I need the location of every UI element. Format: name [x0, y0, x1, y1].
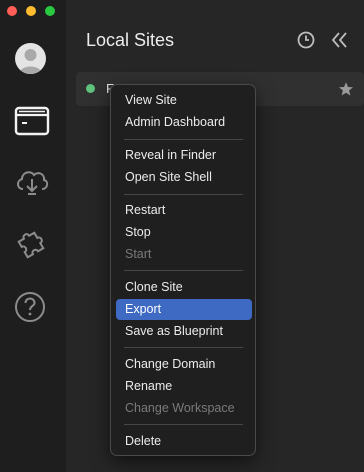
sidebar-item-help[interactable]	[14, 289, 50, 325]
menu-item-change-workspace: Change Workspace	[125, 401, 235, 415]
site-status-dot	[86, 84, 95, 93]
menu-item-start: Start	[125, 247, 152, 261]
app-window: Local Sites F View Site Admin	[0, 0, 364, 472]
sidebar-item-local-sites[interactable]	[14, 103, 50, 139]
connect-cloud-icon	[17, 171, 49, 195]
avatar[interactable]	[15, 43, 46, 74]
window-zoom-button[interactable]	[45, 6, 55, 16]
menu-item-export[interactable]: Export	[116, 299, 252, 320]
sidebar-item-connect[interactable]	[14, 164, 50, 200]
menu-item-delete[interactable]: Delete	[116, 431, 252, 452]
menu-item-rename[interactable]: Rename	[116, 376, 252, 397]
menu-item-reveal-in-finder[interactable]: Reveal in Finder	[116, 145, 252, 166]
menu-divider	[124, 139, 243, 140]
menu-item-stop[interactable]: Stop	[116, 222, 252, 243]
history-button[interactable]	[296, 30, 316, 50]
page-title: Local Sites	[86, 30, 175, 50]
star-icon	[339, 82, 353, 96]
menu-item-admin-dashboard[interactable]: Admin Dashboard	[116, 112, 252, 133]
collapse-sidebar-button[interactable]	[330, 30, 350, 50]
menu-divider	[124, 424, 243, 425]
history-clock-icon	[297, 31, 315, 49]
menu-item-change-domain[interactable]: Change Domain	[116, 354, 252, 375]
favorite-button[interactable]	[338, 81, 354, 97]
user-avatar-icon	[19, 49, 42, 74]
menu-item-save-as-blueprint[interactable]: Save as Blueprint	[116, 321, 252, 342]
add-ons-puzzle-icon	[17, 231, 45, 259]
window-close-button[interactable]	[7, 6, 17, 16]
collapse-double-chevron-icon	[331, 32, 347, 48]
menu-divider	[124, 347, 243, 348]
menu-divider	[124, 270, 243, 271]
window-minimize-button[interactable]	[26, 6, 36, 16]
menu-item-open-site-shell[interactable]: Open Site Shell	[116, 167, 252, 188]
menu-divider	[124, 194, 243, 195]
context-menu: View Site Admin Dashboard Reveal in Find…	[110, 84, 256, 456]
local-sites-icon	[14, 106, 50, 136]
sidebar-rail	[0, 0, 66, 472]
menu-item-view-site[interactable]: View Site	[116, 90, 252, 111]
sidebar-item-add-ons[interactable]	[14, 226, 50, 262]
menu-item-restart[interactable]: Restart	[116, 200, 252, 221]
menu-item-clone-site[interactable]: Clone Site	[116, 277, 252, 298]
help-icon	[15, 292, 45, 322]
